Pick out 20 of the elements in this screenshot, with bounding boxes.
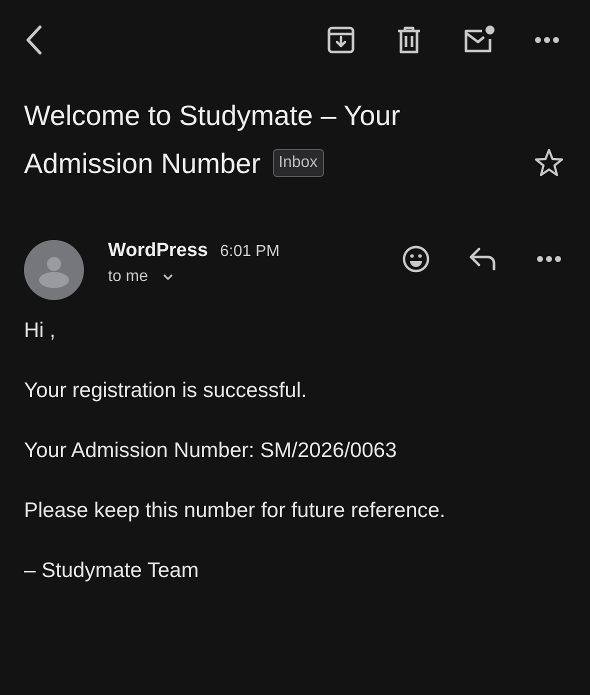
body-paragraph: Please keep this number for future reference. xyxy=(24,498,446,524)
inbox-label: Inbox xyxy=(272,148,324,177)
chevron-down-icon xyxy=(162,273,174,281)
archive-button[interactable] xyxy=(326,25,356,55)
reply-button[interactable] xyxy=(468,246,498,272)
body-paragraph: Hi , xyxy=(24,318,56,344)
body-paragraph: – Studymate Team xyxy=(24,558,200,584)
message-time: 6:01 PM xyxy=(220,243,280,261)
recipient-toggle[interactable]: to me xyxy=(108,268,174,286)
email-subject: Welcome to Studymate – Your Admission Number Inbox xyxy=(24,99,402,181)
emoji-reaction-button[interactable] xyxy=(402,245,430,273)
body-paragraph: Your Admission Number: SM/2026/0063 xyxy=(24,438,398,464)
star-button[interactable] xyxy=(534,148,564,178)
back-button[interactable] xyxy=(24,24,44,56)
more-button[interactable] xyxy=(534,36,560,44)
body-paragraph: Your registration is successful. xyxy=(24,378,308,404)
message-more-button[interactable] xyxy=(536,255,562,263)
mark-unread-button[interactable] xyxy=(462,25,496,55)
sender-name: WordPress xyxy=(108,240,208,262)
avatar-icon xyxy=(24,240,84,300)
